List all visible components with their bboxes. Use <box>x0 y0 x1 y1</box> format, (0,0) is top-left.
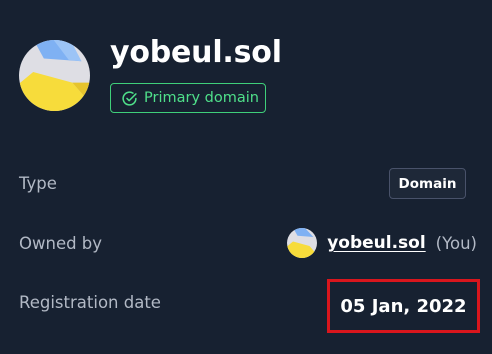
owner-you-indicator: (You) <box>435 233 477 253</box>
type-label: Type <box>19 174 57 193</box>
domain-name-title: yobeul.sol <box>110 35 282 70</box>
type-value-chip: Domain <box>389 168 466 199</box>
owned-by-label: Owned by <box>19 234 103 253</box>
check-circle-icon <box>122 90 137 106</box>
primary-domain-badge: Primary domain <box>110 83 266 113</box>
owner-info: yobeul.sol (You) <box>287 228 477 258</box>
primary-domain-badge-label: Primary domain <box>144 90 259 106</box>
domain-avatar <box>19 40 90 111</box>
registration-date-value: 05 Jan, 2022 <box>327 279 480 333</box>
domain-details-panel: yobeul.sol Primary domain Type Domain Ow… <box>0 0 492 354</box>
owner-domain-link[interactable]: yobeul.sol <box>327 233 425 253</box>
registration-date-label: Registration date <box>19 293 161 312</box>
owner-avatar <box>287 228 318 258</box>
